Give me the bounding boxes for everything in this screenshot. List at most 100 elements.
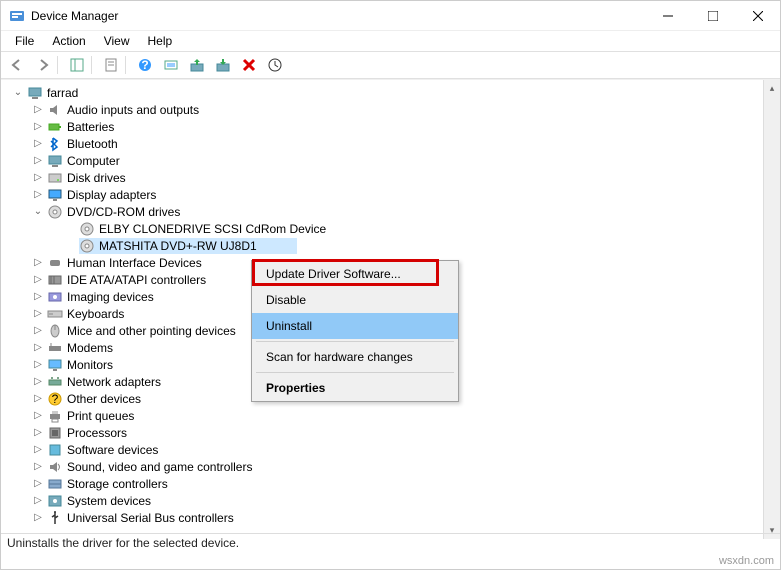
expand-icon[interactable]: ▷ [31,358,45,372]
dvd-dev-icon [79,238,95,254]
tree-category[interactable]: ▷Disk drives [7,169,780,186]
ctx-uninstall[interactable]: Uninstall [252,313,458,339]
tree-category[interactable]: ▷Universal Serial Bus controllers [7,509,780,526]
print-icon [47,408,63,424]
ctx-properties[interactable]: Properties [252,375,458,401]
category-label: Modems [67,341,113,355]
disable-button[interactable] [237,53,261,77]
tree-category[interactable]: ▷ Computer [7,152,780,169]
device-label: MATSHITA DVD+-RW UJ8D1 [99,239,257,253]
ctx-update-driver[interactable]: Update Driver Software... [252,261,458,287]
category-label: Network adapters [67,375,161,389]
dvd-icon [47,204,63,220]
software-icon [47,442,63,458]
tree-device[interactable]: ELBY CLONEDRIVE SCSI CdRom Device [7,220,780,237]
display-icon [47,187,63,203]
menu-file[interactable]: File [7,32,42,50]
expand-icon[interactable]: ▷ [31,341,45,355]
expand-icon[interactable]: ▷ [31,137,45,151]
app-icon [9,8,25,24]
show-hide-tree-button[interactable] [65,53,89,77]
expand-icon[interactable]: ▷ [31,426,45,440]
maximize-button[interactable] [690,1,735,31]
root-label: farrad [47,86,78,100]
expand-icon[interactable]: ▷ [31,120,45,134]
expand-icon[interactable]: ▷ [31,307,45,321]
properties-button[interactable] [99,53,123,77]
close-button[interactable] [735,1,780,31]
svg-text:?: ? [52,392,59,406]
category-label: Keyboards [67,307,124,321]
vertical-scrollbar[interactable]: ▴ ▾ [763,80,780,539]
imaging-icon [47,289,63,305]
scan-button[interactable] [159,53,183,77]
expand-icon[interactable]: ▷ [31,375,45,389]
expand-icon[interactable]: ▷ [31,103,45,117]
tree-category[interactable]: ▷Processors [7,424,780,441]
menu-view[interactable]: View [96,32,138,50]
expand-icon[interactable]: ▷ [31,511,45,525]
expand-icon[interactable]: ▷ [31,477,45,491]
collapse-icon[interactable]: ⌄ [11,86,25,100]
tree-area: ⌄farrad▷Audio inputs and outputs▷Batteri… [1,79,780,539]
scan-hardware-button[interactable] [263,53,287,77]
help-button[interactable]: ? [133,53,157,77]
category-label: Display adapters [67,188,156,202]
back-button[interactable] [5,53,29,77]
update-driver-button[interactable] [185,53,209,77]
bluetooth-icon [47,136,63,152]
category-label: Batteries [67,120,114,134]
ctx-scan[interactable]: Scan for hardware changes [252,344,458,370]
category-label: System devices [67,494,151,508]
expand-icon[interactable]: ▷ [31,256,45,270]
context-menu: Update Driver Software... Disable Uninst… [251,260,459,402]
menu-help[interactable]: Help [140,32,181,50]
battery-icon [47,119,63,135]
category-label: Audio inputs and outputs [67,103,199,117]
category-label: DVD/CD-ROM drives [67,205,180,219]
scroll-up-button[interactable]: ▴ [764,80,780,97]
tree-category[interactable]: ▷ Display adapters [7,186,780,203]
computer-icon [47,153,63,169]
expand-icon[interactable]: ▷ [31,188,45,202]
tree-category[interactable]: ▷Storage controllers [7,475,780,492]
tree-category[interactable]: ▷Bluetooth [7,135,780,152]
other-icon: ? [47,391,63,407]
tree-category[interactable]: ▷ Audio inputs and outputs [7,101,780,118]
expand-icon[interactable]: ▷ [31,171,45,185]
category-label: Sound, video and game controllers [67,460,252,474]
expand-icon[interactable]: ▷ [31,154,45,168]
category-label: Imaging devices [67,290,154,304]
expand-icon[interactable]: ⌄ [31,205,45,219]
expand-icon[interactable]: ▷ [31,409,45,423]
tree-root[interactable]: ⌄ farrad [7,84,780,101]
expand-icon[interactable]: ▷ [31,392,45,406]
tree-category[interactable]: ▷ Sound, video and game controllers [7,458,780,475]
tree-category[interactable]: ▷ Batteries [7,118,780,135]
ctx-disable[interactable]: Disable [252,287,458,313]
network-icon [47,374,63,390]
keyboard-icon [47,306,63,322]
tree-device[interactable]: MATSHITA DVD+-RW UJ8D1 [7,237,780,254]
tree-category[interactable]: ▷ System devices [7,492,780,509]
expand-icon[interactable]: ▷ [31,494,45,508]
expand-icon[interactable]: ▷ [31,290,45,304]
category-label: Computer [67,154,120,168]
expand-icon[interactable]: ▷ [31,273,45,287]
minimize-button[interactable] [645,1,690,31]
tree-category[interactable]: ▷Print queues [7,407,780,424]
category-label: Human Interface Devices [67,256,202,270]
tree-category[interactable]: ⌄ DVD/CD-ROM drives [7,203,780,220]
menu-action[interactable]: Action [44,32,93,50]
expand-icon[interactable]: ▷ [31,443,45,457]
toolbar: ? [1,51,780,79]
hid-icon [47,255,63,271]
uninstall-button[interactable] [211,53,235,77]
monitor-icon [47,357,63,373]
forward-button[interactable] [31,53,55,77]
computer-icon [27,85,43,101]
mouse-icon [47,323,63,339]
expand-icon[interactable]: ▷ [31,460,45,474]
expand-icon[interactable]: ▷ [31,324,45,338]
tree-category[interactable]: ▷Software devices [7,441,780,458]
